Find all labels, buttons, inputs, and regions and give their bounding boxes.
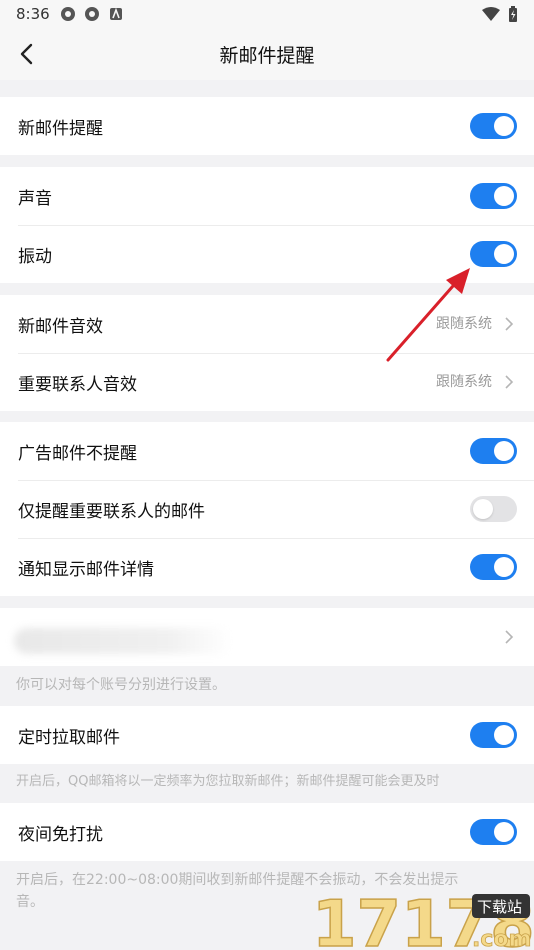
row-account[interactable] xyxy=(0,608,534,666)
wifi-icon xyxy=(482,7,500,21)
group-filters: 广告邮件不提醒 仅提醒重要联系人的邮件 通知显示邮件详情 xyxy=(0,422,534,596)
row-ads-no-notify[interactable]: 广告邮件不提醒 xyxy=(0,422,534,480)
row-label: 通知显示邮件详情 xyxy=(18,559,154,580)
night-mode-toggle[interactable] xyxy=(470,819,517,845)
chevron-right-icon xyxy=(505,317,514,331)
status-time: 8:36 xyxy=(16,5,50,23)
text-notification-icon xyxy=(109,7,122,20)
row-label: 广告邮件不提醒 xyxy=(18,443,137,464)
group-fetch: 定时拉取邮件 xyxy=(0,706,534,764)
row-label: 振动 xyxy=(18,246,52,267)
toggle-knob xyxy=(494,116,514,136)
row-show-details[interactable]: 通知显示邮件详情 xyxy=(0,538,534,596)
sound-toggle[interactable] xyxy=(470,183,517,209)
fetch-hint: 开启后，QQ邮箱将以一定频率为您拉取新邮件；新邮件提醒可能会更及时 xyxy=(16,774,440,789)
chevron-right-icon xyxy=(505,375,514,389)
back-arrow-icon[interactable] xyxy=(14,40,42,68)
group-night: 夜间免打扰 xyxy=(0,803,534,861)
toggle-knob xyxy=(494,822,514,842)
app-notification-icon xyxy=(60,7,75,21)
account-hint: 你可以对每个账号分别进行设置。 xyxy=(16,677,226,693)
toggle-knob xyxy=(494,244,514,264)
row-new-mail[interactable]: 新邮件提醒 xyxy=(0,97,534,155)
row-label: 新邮件音效 xyxy=(18,316,103,337)
watermark-logo: 17178 下载站 .com xyxy=(312,888,534,950)
row-vip-only[interactable]: 仅提醒重要联系人的邮件 xyxy=(0,480,534,538)
ads-toggle[interactable] xyxy=(470,438,517,464)
row-label: 仅提醒重要联系人的邮件 xyxy=(18,501,205,522)
row-label: 声音 xyxy=(18,188,52,209)
scheduled-fetch-toggle[interactable] xyxy=(470,722,517,748)
row-label: 定时拉取邮件 xyxy=(18,727,120,748)
toggle-knob xyxy=(494,557,514,577)
blurred-account-name xyxy=(14,628,232,654)
row-sound[interactable]: 声音 xyxy=(0,167,534,225)
annotation-arrow-icon xyxy=(386,268,470,362)
row-label: 重要联系人音效 xyxy=(18,374,137,395)
battery-icon xyxy=(509,6,517,22)
toggle-knob xyxy=(473,499,493,519)
group-account xyxy=(0,608,534,666)
page-title: 新邮件提醒 xyxy=(219,44,315,67)
watermark-domain: .com xyxy=(472,927,531,950)
toggle-knob xyxy=(494,186,514,206)
chevron-right-icon xyxy=(505,630,514,644)
nav-bar: 新邮件提醒 xyxy=(0,28,534,80)
show-details-toggle[interactable] xyxy=(470,554,517,580)
new-mail-toggle[interactable] xyxy=(470,113,517,139)
toggle-knob xyxy=(494,725,514,745)
vip-only-toggle[interactable] xyxy=(470,496,517,522)
app-notification-icon xyxy=(84,7,99,21)
row-label: 夜间免打扰 xyxy=(18,824,103,845)
watermark-badge: 下载站 xyxy=(477,898,522,916)
row-scheduled-fetch[interactable]: 定时拉取邮件 xyxy=(0,706,534,764)
status-bar: 8:36 xyxy=(0,0,534,28)
row-night-mode[interactable]: 夜间免打扰 xyxy=(0,803,534,861)
row-label: 新邮件提醒 xyxy=(18,118,103,139)
toggle-knob xyxy=(494,441,514,461)
group-new-mail: 新邮件提醒 xyxy=(0,97,534,155)
